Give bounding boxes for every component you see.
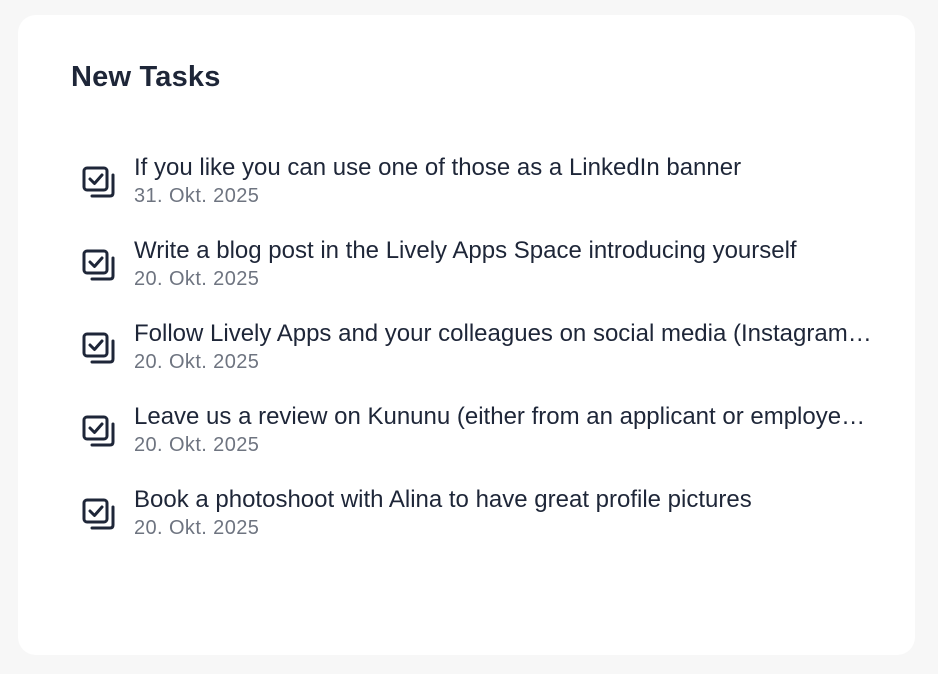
- task-date: 20. Okt. 2025: [134, 268, 260, 290]
- task-item[interactable]: Write a blog post in the Lively Apps Spa…: [82, 236, 872, 319]
- task-date: 20. Okt. 2025: [134, 351, 260, 373]
- task-date: 20. Okt. 2025: [134, 517, 260, 539]
- task-checkbox-icon: [82, 236, 122, 282]
- task-item[interactable]: Book a photoshoot with Alina to have gre…: [82, 485, 872, 568]
- task-title: If you like you can use one of those as …: [134, 154, 742, 181]
- task-item[interactable]: Follow Lively Apps and your colleagues o…: [82, 319, 872, 402]
- card-title: New Tasks: [71, 61, 221, 93]
- task-list: If you like you can use one of those as …: [82, 153, 872, 568]
- task-date: 20. Okt. 2025: [134, 434, 260, 456]
- task-checkbox-icon: [82, 402, 122, 448]
- task-title: Leave us a review on Kununu (either from…: [134, 403, 872, 430]
- task-title: Book a photoshoot with Alina to have gre…: [134, 486, 752, 513]
- new-tasks-card: New Tasks If you like you can use one of…: [18, 15, 915, 655]
- task-title: Follow Lively Apps and your colleagues o…: [134, 320, 872, 347]
- task-title: Write a blog post in the Lively Apps Spa…: [134, 237, 797, 264]
- task-item[interactable]: Leave us a review on Kununu (either from…: [82, 402, 872, 485]
- task-checkbox-icon: [82, 153, 122, 199]
- task-checkbox-icon: [82, 319, 122, 365]
- task-checkbox-icon: [82, 485, 122, 531]
- task-date: 31. Okt. 2025: [134, 185, 260, 207]
- task-item[interactable]: If you like you can use one of those as …: [82, 153, 872, 236]
